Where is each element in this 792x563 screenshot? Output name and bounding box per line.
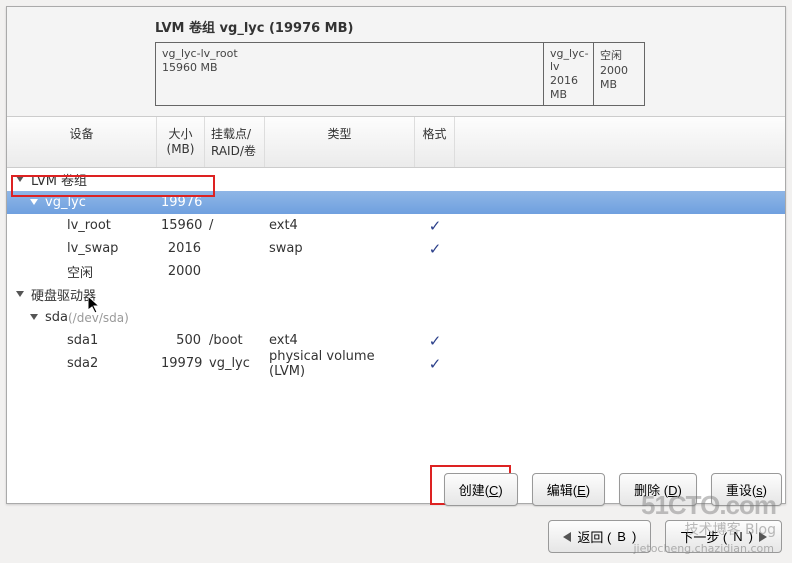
- group-lvm-label: LVM 卷组: [31, 170, 87, 189]
- device-name: lv_swap: [67, 241, 118, 256]
- tree-header: 设备 大小 (MB) 挂载点/ RAID/卷 类型 格式: [7, 117, 785, 168]
- summary-title: LVM 卷组 vg_lyc (19976 MB): [155, 17, 785, 36]
- arrow-left-icon: [563, 532, 571, 542]
- device-type: ext4: [265, 333, 415, 348]
- tree-body: LVM 卷组 vg_lyc 19976 lv_root 15960 / ext4…: [7, 168, 785, 375]
- device-size: 15960: [157, 218, 205, 233]
- device-mount: vg_lyc: [205, 356, 265, 371]
- device-size: 19976: [157, 195, 205, 210]
- format-check-icon: ✓: [415, 355, 455, 373]
- device-type: physical volume (LVM): [265, 349, 415, 379]
- device-size: 2016: [157, 241, 205, 256]
- alloc-swap: vg_lyc-lv 2016 MB: [544, 43, 594, 105]
- alloc-root: vg_lyc-lv_root 15960 MB: [156, 43, 544, 105]
- summary-allocation-bar: vg_lyc-lv_root 15960 MB vg_lyc-lv 2016 M…: [155, 42, 645, 106]
- col-size[interactable]: 大小 (MB): [157, 117, 205, 167]
- expander-icon[interactable]: [15, 174, 27, 186]
- main-window: LVM 卷组 vg_lyc (19976 MB) vg_lyc-lv_root …: [6, 6, 786, 504]
- row-lv-root[interactable]: lv_root 15960 / ext4 ✓: [7, 214, 785, 237]
- device-mount: /boot: [205, 333, 265, 348]
- expander-icon[interactable]: [29, 197, 41, 209]
- device-type: ext4: [265, 218, 415, 233]
- device-name: 空闲: [67, 262, 93, 281]
- expander-icon[interactable]: [15, 289, 27, 301]
- row-vg-lyc[interactable]: vg_lyc 19976: [7, 191, 785, 214]
- col-mount[interactable]: 挂载点/ RAID/卷: [205, 117, 265, 167]
- create-button[interactable]: 创建(C): [444, 473, 518, 506]
- alloc-free: 空闲 2000 MB: [594, 43, 644, 105]
- device-name: vg_lyc: [45, 195, 86, 210]
- device-size: 19979: [157, 356, 205, 371]
- device-mount: /: [205, 218, 265, 233]
- watermark-logo: 51CTO.com: [641, 490, 776, 521]
- device-name: sda1: [67, 333, 98, 348]
- row-sda[interactable]: sda (/dev/sda): [7, 306, 785, 329]
- group-hdd-label: 硬盘驱动器: [31, 285, 96, 304]
- device-path: (/dev/sda): [68, 311, 129, 325]
- device-name: sda: [45, 310, 68, 325]
- watermark-url: jietocheng.chazidian.com: [634, 542, 775, 555]
- device-type: swap: [265, 241, 415, 256]
- edit-button[interactable]: 编辑(E): [532, 473, 605, 506]
- row-free[interactable]: 空闲 2000: [7, 260, 785, 283]
- col-type[interactable]: 类型: [265, 117, 415, 167]
- group-lvm[interactable]: LVM 卷组: [7, 168, 785, 191]
- expander-icon[interactable]: [29, 312, 41, 324]
- device-name: lv_root: [67, 218, 111, 233]
- format-check-icon: ✓: [415, 332, 455, 350]
- watermark-subtitle: 技术博客 Blog: [685, 519, 776, 539]
- row-sda2[interactable]: sda2 19979 vg_lyc physical volume (LVM) …: [7, 352, 785, 375]
- col-format[interactable]: 格式: [415, 117, 455, 167]
- format-check-icon: ✓: [415, 217, 455, 235]
- row-lv-swap[interactable]: lv_swap 2016 swap ✓: [7, 237, 785, 260]
- device-size: 500: [157, 333, 205, 348]
- device-name: sda2: [67, 356, 98, 371]
- summary-panel: LVM 卷组 vg_lyc (19976 MB) vg_lyc-lv_root …: [7, 7, 785, 117]
- device-size: 2000: [157, 264, 205, 279]
- col-device[interactable]: 设备: [7, 117, 157, 167]
- format-check-icon: ✓: [415, 240, 455, 258]
- group-hdd[interactable]: 硬盘驱动器: [7, 283, 785, 306]
